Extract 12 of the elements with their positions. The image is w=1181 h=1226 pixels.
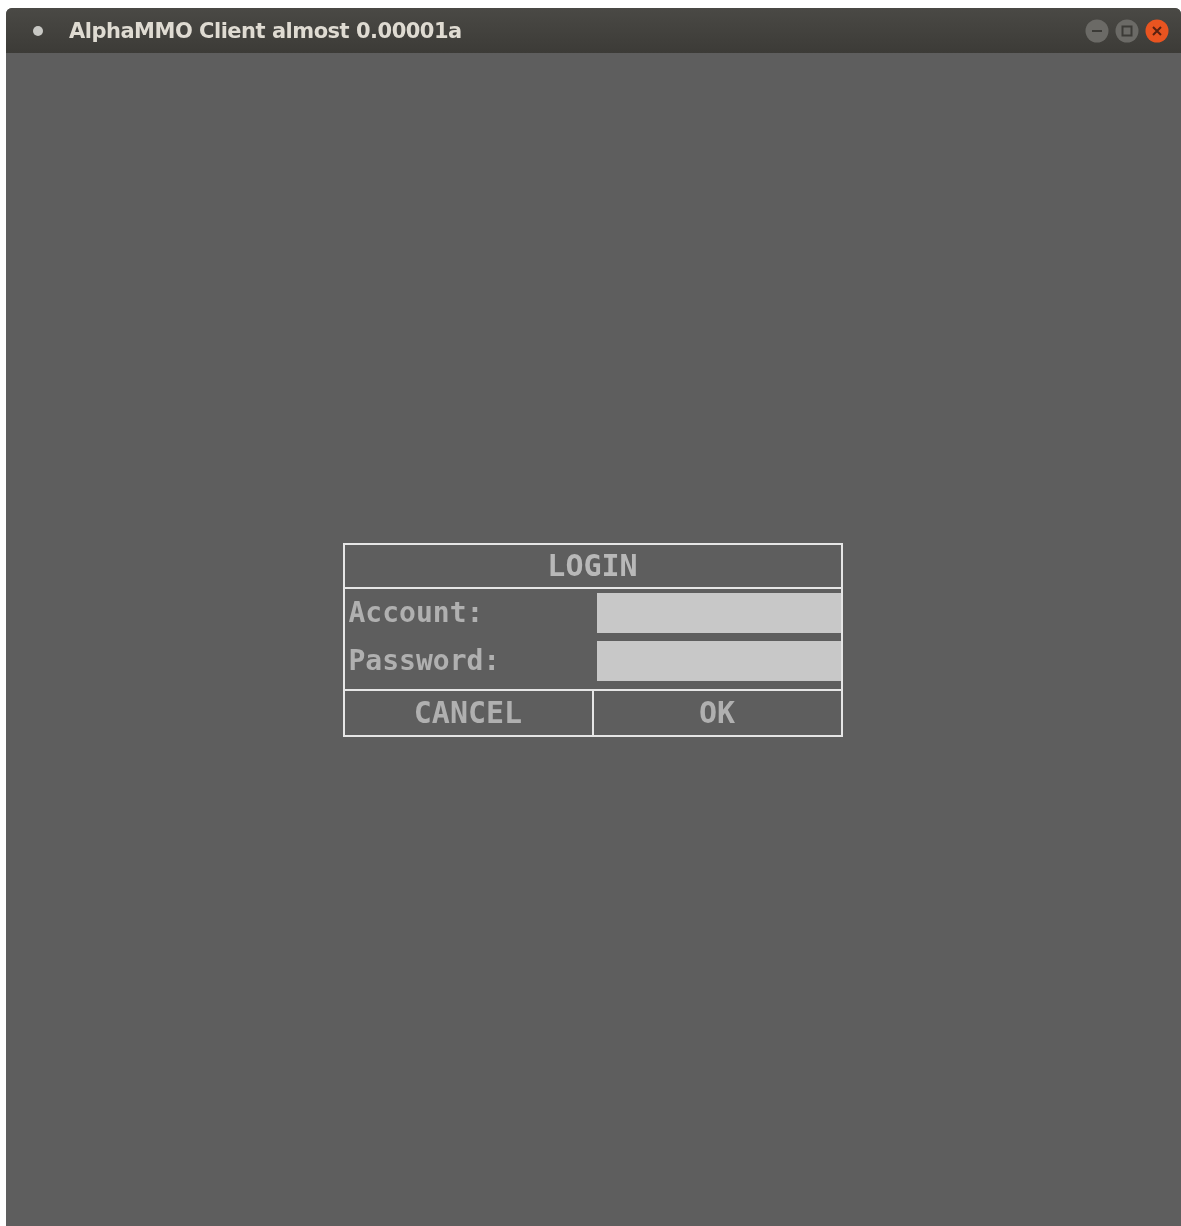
window-title: AlphaMMO Client almost 0.00001a [69, 18, 463, 43]
dialog-button[interactable]: CANCEL [344, 690, 592, 735]
field-label: Password: [347, 644, 502, 677]
app-icon [32, 24, 44, 37]
close-button[interactable] [1145, 18, 1169, 43]
maximize-button[interactable] [1115, 18, 1139, 43]
input-field[interactable] [596, 592, 841, 633]
dialog-title: LOGIN [344, 544, 841, 589]
field-label: Account: [347, 596, 485, 629]
dialog-button[interactable]: OK [593, 690, 841, 735]
input-field[interactable] [596, 640, 841, 681]
minimize-button[interactable] [1085, 18, 1109, 43]
